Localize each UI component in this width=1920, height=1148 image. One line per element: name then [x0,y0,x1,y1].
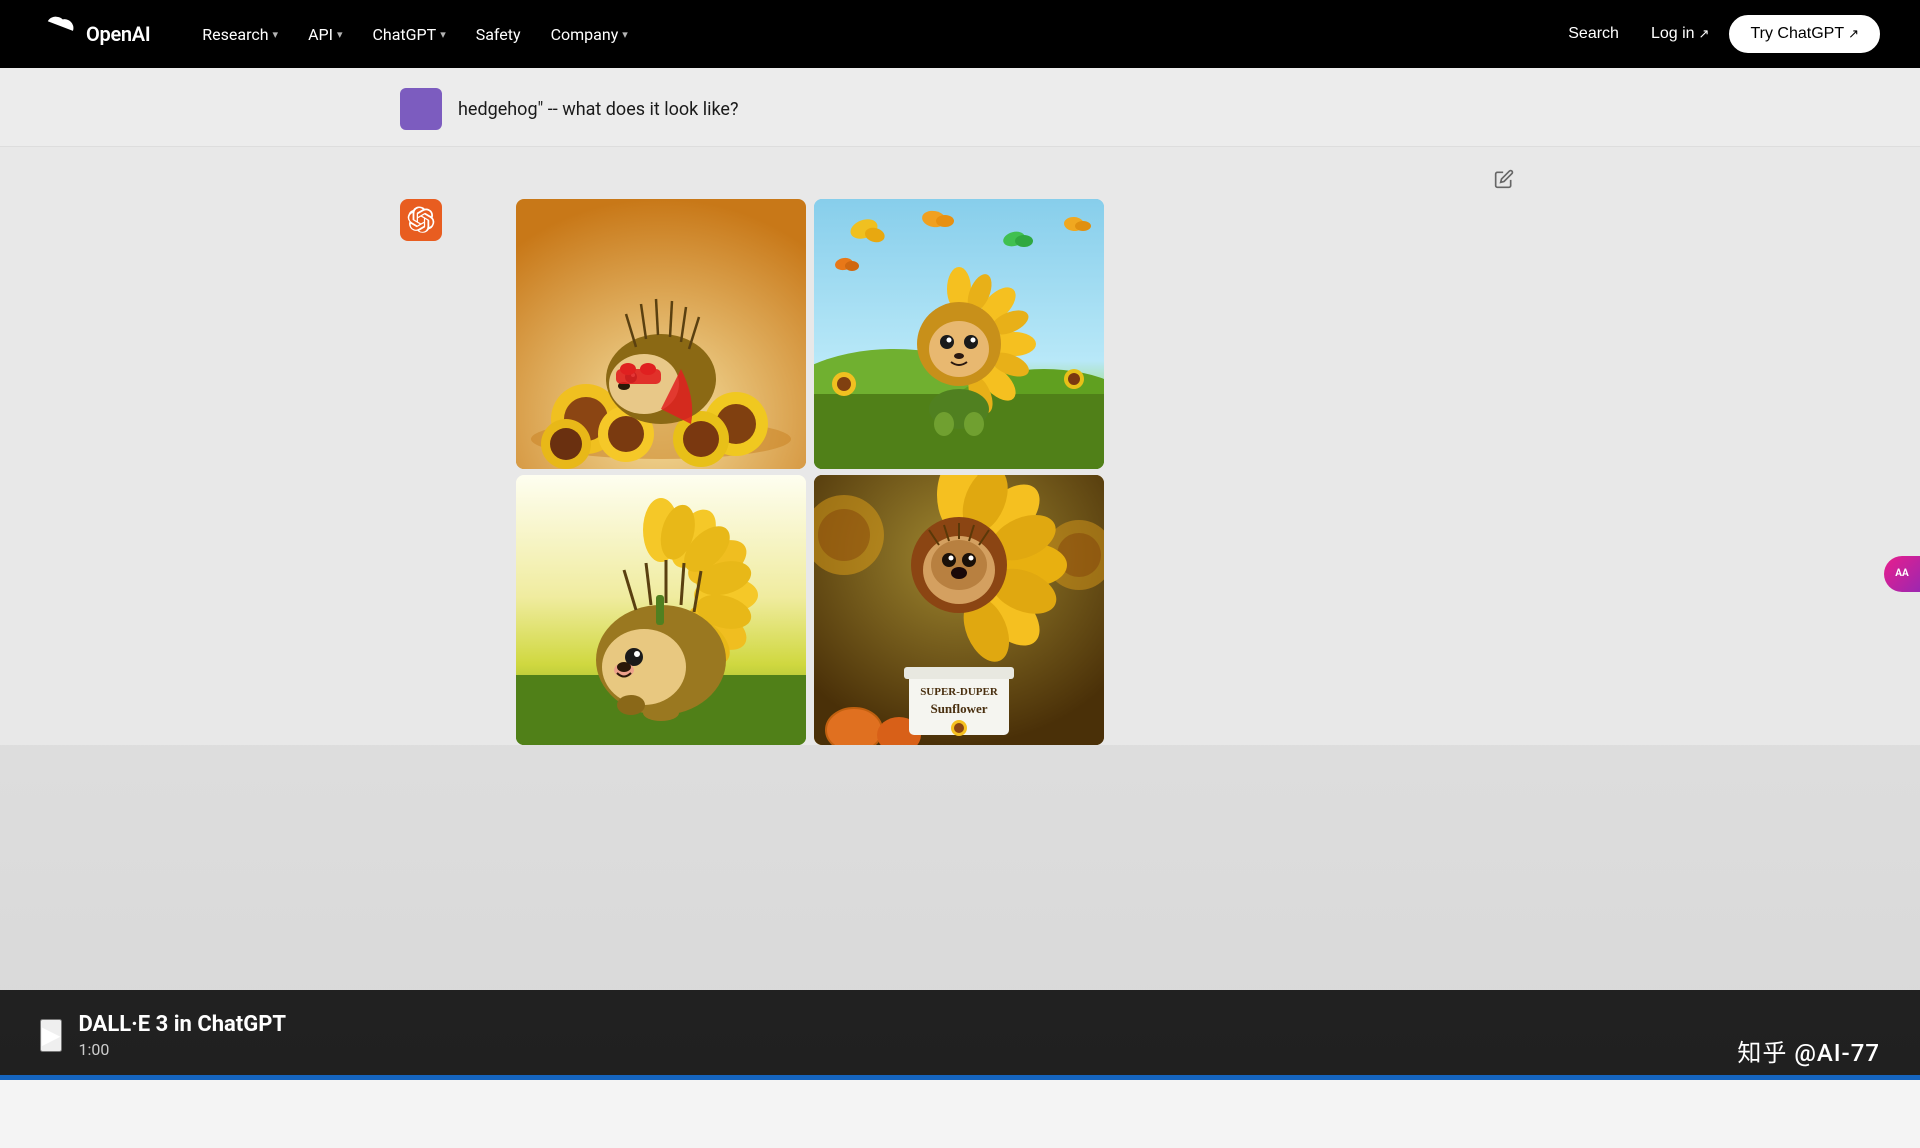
hedgehog-cartoon-field-svg [814,199,1104,469]
hedgehog-superhero-svg [516,199,806,469]
generated-image-3[interactable] [516,475,806,745]
external-link-icon: ↗ [1848,26,1859,42]
nav-links: Research ▾ API ▾ ChatGPT ▾ Safety Compan… [190,17,640,52]
chatgpt-icon [407,206,435,234]
nav-safety[interactable]: Safety [464,17,533,52]
progress-bar [0,1075,1920,1080]
chevron-down-icon: ▾ [622,28,628,41]
edit-icon [1494,169,1514,189]
message-row: hedgehog" -- what does it look like? [0,68,1920,130]
message-text: hedgehog" -- what does it look like? [458,88,738,123]
navbar-right: Search Log in ↗ Try ChatGPT ↗ [1556,15,1880,53]
top-message-area: hedgehog" -- what does it look like? [0,68,1920,147]
chevron-down-icon: ▾ [273,28,279,41]
nav-research[interactable]: Research ▾ [190,17,290,52]
chevron-down-icon: ▾ [440,28,446,41]
generated-image-4[interactable]: SUPER-DUPER Sunflower [814,475,1104,745]
ai-avatar [400,199,442,241]
video-bar: ▶ DALL·E 3 in ChatGPT 1:00 知乎 @AI-77 [0,990,1920,1080]
svg-text:SUPER-DUPER: SUPER-DUPER [920,686,999,698]
main-content: hedgehog" -- what does it look like? [0,68,1920,1080]
ai-response-area: SUPER-DUPER Sunflower [0,147,1920,745]
watermark-area: 知乎 @AI-77 [1737,1033,1880,1068]
edit-button[interactable] [1488,163,1520,195]
video-info: ▶ DALL·E 3 in ChatGPT 1:00 [40,1011,286,1059]
side-float-button[interactable]: AA [1884,556,1920,592]
generated-image-2[interactable] [814,199,1104,469]
video-duration: 1:00 [78,1040,286,1059]
ai-row: SUPER-DUPER Sunflower [400,199,1520,745]
try-chatgpt-button[interactable]: Try ChatGPT ↗ [1729,15,1880,53]
hedgehog-cute-svg [516,475,806,745]
nav-company[interactable]: Company ▾ [539,17,640,52]
navbar: OpenAI Research ▾ API ▾ ChatGPT ▾ Safety… [0,0,1920,68]
generated-image-1[interactable] [516,199,806,469]
external-link-icon: ↗ [1699,26,1710,42]
watermark-text: 知乎 @AI-77 [1737,1033,1880,1068]
navbar-left: OpenAI Research ▾ API ▾ ChatGPT ▾ Safety… [40,16,640,52]
chevron-down-icon: ▾ [337,28,343,41]
user-avatar [400,88,442,130]
nav-api[interactable]: API ▾ [296,17,354,52]
image-grid: SUPER-DUPER Sunflower [516,199,1106,745]
video-title: DALL·E 3 in ChatGPT [78,1011,286,1040]
openai-logo-icon [40,16,76,52]
hedgehog-pot-svg: SUPER-DUPER Sunflower [814,475,1104,745]
nav-chatgpt[interactable]: ChatGPT ▾ [360,17,457,52]
svg-text:Sunflower: Sunflower [930,701,987,716]
logo-link[interactable]: OpenAI [40,16,150,52]
login-button[interactable]: Log in ↗ [1639,17,1722,51]
video-text: DALL·E 3 in ChatGPT 1:00 [78,1011,286,1059]
logo-text: OpenAI [86,22,150,46]
play-button[interactable]: ▶ [40,1019,62,1052]
search-button[interactable]: Search [1556,17,1631,51]
